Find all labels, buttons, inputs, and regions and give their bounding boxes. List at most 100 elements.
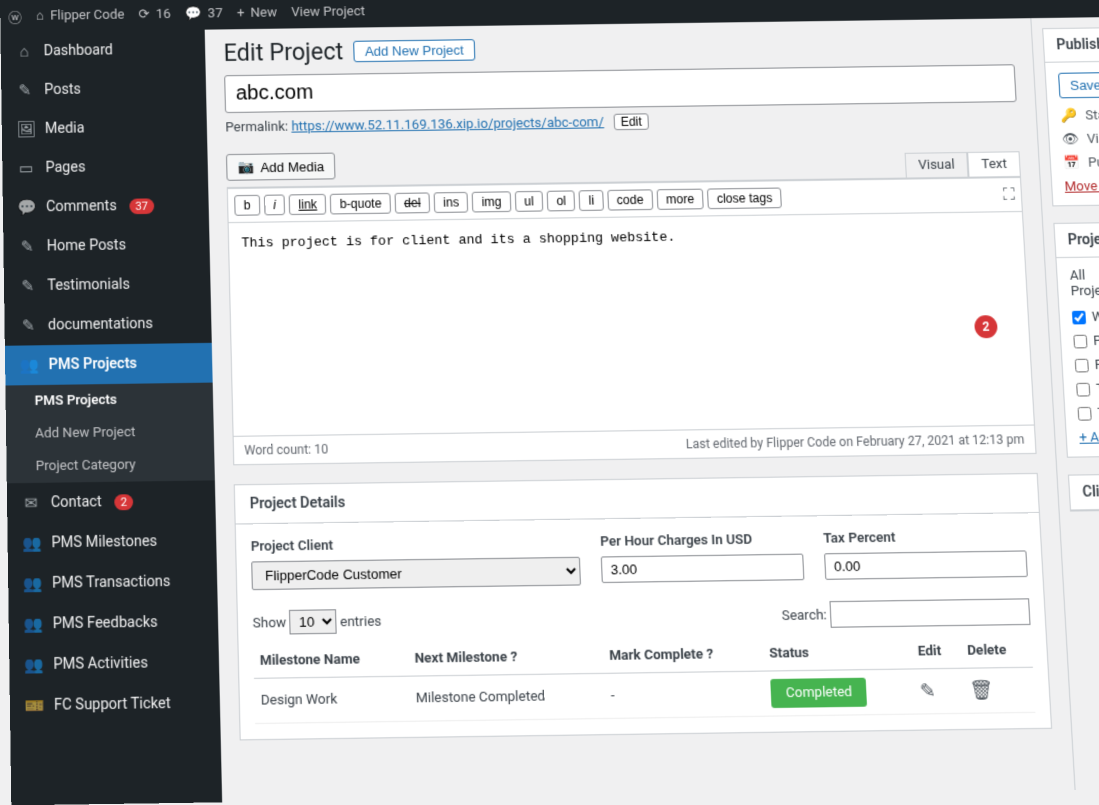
sidebar-item-comments[interactable]: 💬Comments37: [3, 185, 209, 227]
col-delete[interactable]: Delete: [960, 634, 1033, 669]
permalink-edit-button[interactable]: Edit: [613, 113, 649, 130]
col-edit[interactable]: Edit: [911, 635, 962, 669]
media-icon: 🖼: [16, 120, 35, 139]
group-icon: 👥: [24, 655, 43, 675]
sidebar-item-pms-projects[interactable]: 👥PMS Projects: [5, 343, 213, 386]
pin-icon: ✎: [18, 237, 37, 256]
pin-icon: ✎: [18, 277, 37, 296]
sidebar-item-dashboard[interactable]: ⌂Dashboard: [0, 30, 205, 72]
group-icon: 👥: [23, 574, 42, 593]
admin-sidebar: ⌂Dashboard ✎Posts 🖼Media ▭Pages 💬Comment…: [0, 30, 222, 805]
client-select[interactable]: FlipperCode Customer: [251, 557, 581, 590]
tax-label: Tax Percent: [823, 528, 1026, 547]
tab-text[interactable]: Text: [967, 151, 1020, 176]
contact-badge: 2: [114, 494, 133, 510]
client-panel: Client: [1068, 473, 1099, 511]
qt-i[interactable]: i: [264, 194, 286, 215]
status-badge: Completed: [771, 678, 868, 708]
new-content[interactable]: +New: [237, 5, 278, 21]
mail-icon: ✉: [22, 493, 41, 512]
updates[interactable]: ⟳16: [138, 6, 170, 22]
cat-check-3[interactable]: [1076, 383, 1090, 397]
sidebar-item-pages[interactable]: ▭Pages: [2, 146, 208, 188]
col-milestone-name[interactable]: Milestone Name: [253, 642, 409, 678]
move-to-trash[interactable]: Move to Trash: [1064, 179, 1099, 195]
view-project[interactable]: View Project: [291, 4, 365, 20]
page-title: Edit Project: [223, 38, 343, 67]
sidebar-item-documentations[interactable]: ✎documentations: [4, 303, 211, 346]
comments-badge: 37: [129, 198, 154, 214]
qt-ol[interactable]: ol: [547, 190, 576, 211]
calendar-icon: 📅: [1063, 156, 1081, 172]
categories-panel: Project Categories All Projects Website …: [1053, 222, 1099, 458]
edit-icon[interactable]: ✎: [919, 680, 936, 703]
add-new-project-button[interactable]: Add New Project: [353, 39, 475, 62]
qt-close-tags[interactable]: close tags: [707, 188, 782, 210]
qt-ins[interactable]: ins: [434, 192, 469, 213]
add-category-link[interactable]: + Add: [1079, 429, 1099, 446]
qt-code[interactable]: code: [607, 189, 653, 210]
col-next-milestone[interactable]: Next Milestone ?: [408, 640, 604, 677]
cat-check-2[interactable]: [1075, 359, 1089, 373]
col-status[interactable]: Status: [762, 635, 912, 671]
sidebar-item-posts[interactable]: ✎Posts: [1, 68, 206, 110]
save-draft-button[interactable]: Save Draft: [1058, 72, 1099, 99]
submenu-add-new-project[interactable]: Add New Project: [6, 415, 214, 451]
project-details-metabox: Project Details Project Client FlipperCo…: [234, 473, 1052, 741]
eye-icon: 👁: [1061, 132, 1079, 148]
word-count: Word count: 10: [244, 442, 328, 458]
qt-more[interactable]: more: [656, 189, 703, 210]
fullscreen-icon[interactable]: ⛶: [1003, 184, 1016, 205]
sidebar-submenu: PMS Projects Add New Project Project Cat…: [5, 383, 214, 484]
project-title-input[interactable]: [224, 64, 1017, 113]
sidebar-item-fc-support[interactable]: 🎫FC Support Ticket: [10, 683, 221, 727]
permalink: Permalink: https://www.52.11.169.136.xip…: [225, 108, 1018, 135]
permalink-url[interactable]: https://www.52.11.169.136.xip.io/project…: [291, 115, 604, 135]
pin-icon: ✎: [19, 316, 38, 335]
submenu-project-category[interactable]: Project Category: [6, 448, 215, 484]
tab-all-projects[interactable]: All Projects: [1069, 268, 1099, 300]
qt-bquote[interactable]: b-quote: [330, 193, 391, 214]
sidebar-item-contact[interactable]: ✉Contact2: [7, 480, 216, 523]
toolbar-comments[interactable]: 💬37: [185, 6, 223, 22]
group-icon: 👥: [19, 356, 38, 375]
key-icon: 🔑: [1060, 108, 1077, 124]
qt-ul[interactable]: ul: [515, 191, 544, 212]
cat-check-1[interactable]: [1073, 335, 1087, 349]
sidebar-item-testimonials[interactable]: ✎Testimonials: [4, 264, 211, 306]
site-name[interactable]: ⌂Flipper Code: [36, 6, 125, 23]
hour-input[interactable]: [601, 554, 805, 583]
qt-del[interactable]: del: [395, 192, 431, 213]
cell-next: Milestone Completed: [409, 673, 606, 721]
sidebar-item-home-posts[interactable]: ✎Home Posts: [3, 224, 210, 266]
entries-select[interactable]: 10: [289, 609, 337, 634]
sidebar-item-pms-activities[interactable]: 👥PMS Activities: [9, 642, 219, 686]
sidebar-item-pms-feedbacks[interactable]: 👥PMS Feedbacks: [8, 601, 218, 645]
tax-input[interactable]: [824, 550, 1028, 579]
qt-link[interactable]: link: [289, 194, 327, 215]
submenu-pms-projects[interactable]: PMS Projects: [5, 383, 213, 418]
tab-visual[interactable]: Visual: [904, 152, 968, 178]
cell-name: Design Work: [254, 676, 410, 723]
camera-icon: 📷: [237, 159, 254, 176]
delete-icon[interactable]: 🗑: [969, 679, 994, 702]
cell-mark: -: [604, 671, 766, 718]
ticket-icon: 🎫: [24, 696, 43, 716]
pin-icon: ✎: [15, 81, 34, 100]
wp-logo[interactable]: ⓦ: [8, 6, 22, 25]
page-icon: ▭: [17, 159, 36, 178]
cat-check-0[interactable]: [1072, 311, 1086, 325]
dashboard-icon: ⌂: [15, 42, 34, 61]
sidebar-item-pms-transactions[interactable]: 👥PMS Transactions: [8, 561, 218, 604]
content-editor[interactable]: This project is for client and its a sho…: [229, 212, 1034, 432]
col-mark-complete[interactable]: Mark Complete ?: [602, 637, 764, 673]
qt-b[interactable]: b: [234, 195, 260, 216]
sidebar-item-media[interactable]: 🖼Media: [2, 107, 208, 149]
qt-li[interactable]: li: [579, 190, 604, 211]
sidebar-item-pms-milestones[interactable]: 👥PMS Milestones: [7, 521, 216, 564]
search-input[interactable]: [829, 598, 1030, 628]
qt-img[interactable]: img: [472, 191, 511, 212]
hour-label: Per Hour Charges In USD: [600, 531, 803, 550]
cat-check-4[interactable]: [1078, 407, 1092, 421]
add-media-button[interactable]: 📷Add Media: [226, 153, 336, 181]
